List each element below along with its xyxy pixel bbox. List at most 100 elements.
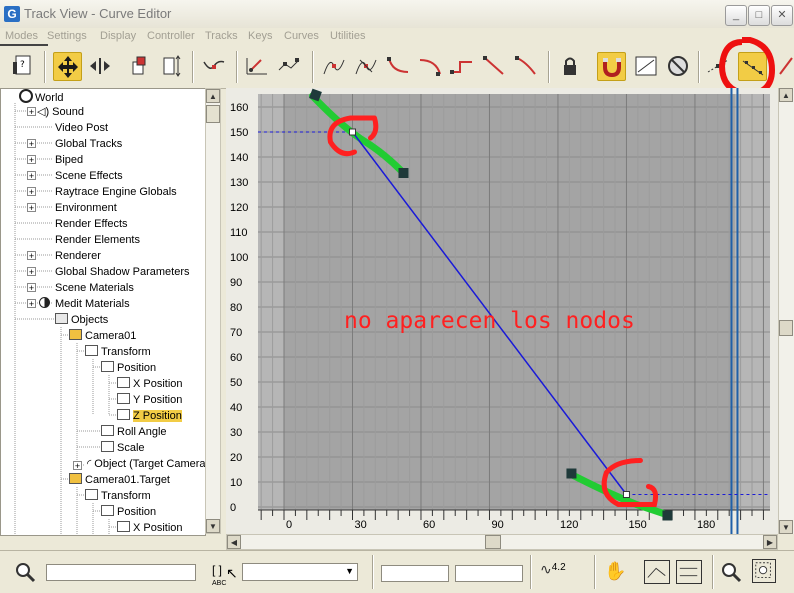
tree-item-scene-effects[interactable]: Scene Effects bbox=[55, 168, 123, 184]
menu-controller[interactable]: Controller bbox=[147, 30, 195, 42]
expression-dropdown[interactable]: ▼ bbox=[242, 563, 358, 581]
tree-item-camera01-target[interactable]: Camera01.Target bbox=[69, 472, 170, 488]
scroll-down-icon[interactable]: ▼ bbox=[779, 520, 793, 534]
tangent-step-icon[interactable] bbox=[448, 52, 476, 80]
menu-keys[interactable]: Keys bbox=[248, 30, 272, 42]
scroll-right-icon[interactable]: ▶ bbox=[763, 535, 777, 549]
tree-item-global-shadow[interactable]: Global Shadow Parameters bbox=[55, 264, 190, 280]
expand-toggle[interactable]: + bbox=[27, 299, 36, 309]
tree-item-z-position[interactable]: Z Position bbox=[117, 408, 182, 424]
position-icon bbox=[101, 361, 114, 372]
tree-scrollbar[interactable]: ▲ ▼ bbox=[205, 88, 221, 534]
close-button[interactable]: ✕ bbox=[771, 5, 793, 26]
horizontal-scrollbar[interactable]: ◀ ▶ bbox=[226, 534, 778, 550]
tree-item-scale[interactable]: Scale bbox=[101, 440, 145, 456]
tree-item-raytrace[interactable]: Raytrace Engine Globals bbox=[55, 184, 177, 200]
tree-item-global-tracks[interactable]: Global Tracks bbox=[55, 136, 122, 152]
scroll-thumb[interactable] bbox=[485, 535, 501, 549]
tangent-linear-icon[interactable] bbox=[480, 52, 508, 80]
expand-toggle[interactable]: + bbox=[27, 155, 36, 165]
snap-frames-icon[interactable] bbox=[597, 52, 626, 81]
scroll-thumb[interactable] bbox=[206, 105, 220, 123]
add-keys-icon[interactable] bbox=[200, 52, 228, 80]
y-tick-label: 100 bbox=[230, 252, 248, 264]
tree-item-sound[interactable]: ◁) Sound bbox=[37, 104, 84, 120]
expand-toggle[interactable]: + bbox=[27, 187, 36, 197]
move-keys-icon[interactable] bbox=[53, 52, 82, 81]
tree-item-position[interactable]: Position bbox=[101, 360, 156, 376]
scroll-up-icon[interactable]: ▲ bbox=[779, 88, 793, 102]
tree-item-medit-materials[interactable]: Medit Materials bbox=[39, 296, 130, 312]
tree-item-render-effects[interactable]: Render Effects bbox=[55, 216, 128, 232]
menu-tracks[interactable]: Tracks bbox=[205, 30, 238, 42]
tree-item-transform[interactable]: Transform bbox=[85, 344, 151, 360]
curve-key bbox=[622, 491, 630, 498]
expand-toggle[interactable]: + bbox=[73, 461, 82, 471]
tangent-custom-icon[interactable] bbox=[352, 52, 380, 80]
expand-toggle[interactable]: + bbox=[27, 283, 36, 293]
value-field[interactable] bbox=[455, 565, 523, 582]
filters-icon[interactable]: ? bbox=[10, 52, 38, 80]
expand-toggle[interactable]: + bbox=[27, 107, 36, 117]
curve-track-icon bbox=[117, 521, 130, 532]
text-abc-icon[interactable]: [ ] ABC bbox=[212, 563, 226, 587]
tree-item-object-target-camera[interactable]: ◜ Object (Target Camera) bbox=[87, 456, 205, 472]
reduce-keys-icon[interactable] bbox=[275, 52, 303, 80]
draw-curves-icon[interactable] bbox=[243, 52, 271, 80]
scale-values-icon[interactable] bbox=[158, 52, 186, 80]
tree-item-camera01[interactable]: Camera01 bbox=[69, 328, 136, 344]
expand-toggle[interactable]: + bbox=[27, 139, 36, 149]
scroll-up-icon[interactable]: ▲ bbox=[206, 89, 220, 103]
menu-utilities[interactable]: Utilities bbox=[330, 30, 365, 42]
menu-display[interactable]: Display bbox=[100, 30, 136, 42]
slide-keys-icon[interactable] bbox=[86, 52, 114, 80]
tree-item-roll-angle[interactable]: Roll Angle bbox=[101, 424, 167, 440]
tree-item-objects[interactable]: Objects bbox=[55, 312, 108, 328]
cursor-icon: ↖ bbox=[226, 565, 238, 581]
scroll-left-icon[interactable]: ◀ bbox=[227, 535, 241, 549]
tree-item-x-position-target[interactable]: X Position bbox=[117, 520, 183, 535]
tangent-slow-icon[interactable] bbox=[416, 52, 444, 80]
pan-hand-icon[interactable]: ✋ bbox=[604, 561, 626, 582]
expand-toggle[interactable]: + bbox=[27, 171, 36, 181]
scroll-thumb[interactable] bbox=[779, 320, 793, 336]
zoom-icon[interactable] bbox=[720, 561, 742, 583]
y-tick-label: 90 bbox=[230, 277, 242, 289]
graph-scrollbar[interactable]: ▲ ▼ bbox=[778, 88, 794, 534]
tree-item-position-target[interactable]: Position bbox=[101, 504, 156, 520]
zoom-value-spinner[interactable]: ∿4.2 bbox=[540, 561, 566, 578]
maximize-button[interactable]: □ bbox=[748, 5, 770, 26]
y-tick-label: 70 bbox=[230, 327, 242, 339]
parameter-curve-range-icon[interactable] bbox=[632, 52, 660, 80]
tree-item-biped[interactable]: Biped bbox=[55, 152, 83, 168]
expand-toggle[interactable]: + bbox=[27, 267, 36, 277]
tree-item-environment[interactable]: Environment bbox=[55, 200, 117, 216]
tangent-fast-icon[interactable] bbox=[384, 52, 412, 80]
expand-toggle[interactable]: + bbox=[27, 203, 36, 213]
lock-selection-icon[interactable] bbox=[556, 52, 584, 80]
menu-curves[interactable]: Curves bbox=[284, 30, 319, 42]
scroll-down-icon[interactable]: ▼ bbox=[206, 519, 220, 533]
tangent-auto-icon[interactable] bbox=[320, 52, 348, 80]
tree-item-render-elements[interactable]: Render Elements bbox=[55, 232, 140, 248]
zoom-horizontal-extents-icon[interactable] bbox=[644, 560, 670, 584]
frame-field[interactable] bbox=[381, 565, 449, 582]
menu-modes[interactable]: Modes bbox=[5, 30, 38, 42]
tree-item-scene-materials[interactable]: Scene Materials bbox=[55, 280, 134, 296]
tree-item-renderer[interactable]: Renderer bbox=[55, 248, 101, 264]
tree-item-video-post[interactable]: Video Post bbox=[55, 120, 108, 136]
tangent-smooth-icon[interactable] bbox=[512, 52, 540, 80]
zoom-key-icon[interactable] bbox=[14, 561, 36, 583]
menu-settings[interactable]: Settings bbox=[47, 30, 87, 42]
tree-item-world[interactable]: World bbox=[19, 89, 64, 105]
tree-item-y-position[interactable]: Y Position bbox=[117, 392, 182, 408]
zoom-value-extents-icon[interactable] bbox=[676, 560, 702, 584]
minimize-button[interactable]: _ bbox=[725, 5, 747, 26]
zoom-region-icon[interactable] bbox=[752, 559, 776, 583]
expand-toggle[interactable]: + bbox=[27, 251, 36, 261]
tree-item-transform-target[interactable]: Transform bbox=[85, 488, 151, 504]
show-keyable-icon[interactable] bbox=[664, 52, 692, 80]
scale-keys-icon[interactable] bbox=[127, 52, 155, 80]
tree-item-x-position[interactable]: X Position bbox=[117, 376, 183, 392]
track-name-field[interactable] bbox=[46, 564, 196, 581]
